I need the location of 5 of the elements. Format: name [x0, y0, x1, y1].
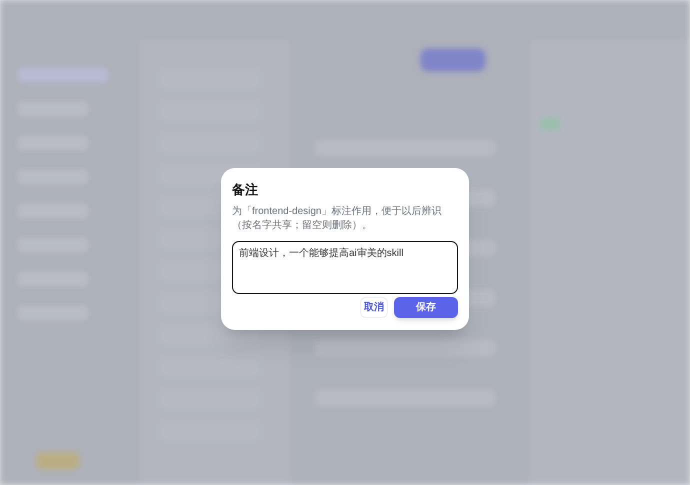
cancel-button[interactable]: 取消 — [360, 296, 388, 318]
dialog-title: 备注 — [232, 181, 259, 199]
note-field[interactable]: 前端设计，一个能够提高ai审美的skill — [232, 240, 458, 294]
dialog-description: 为「frontend-design」标注作用，便于以后辨识（按名字共享；留空则删除）。 — [232, 204, 442, 232]
save-button[interactable]: 保存 — [394, 296, 458, 318]
